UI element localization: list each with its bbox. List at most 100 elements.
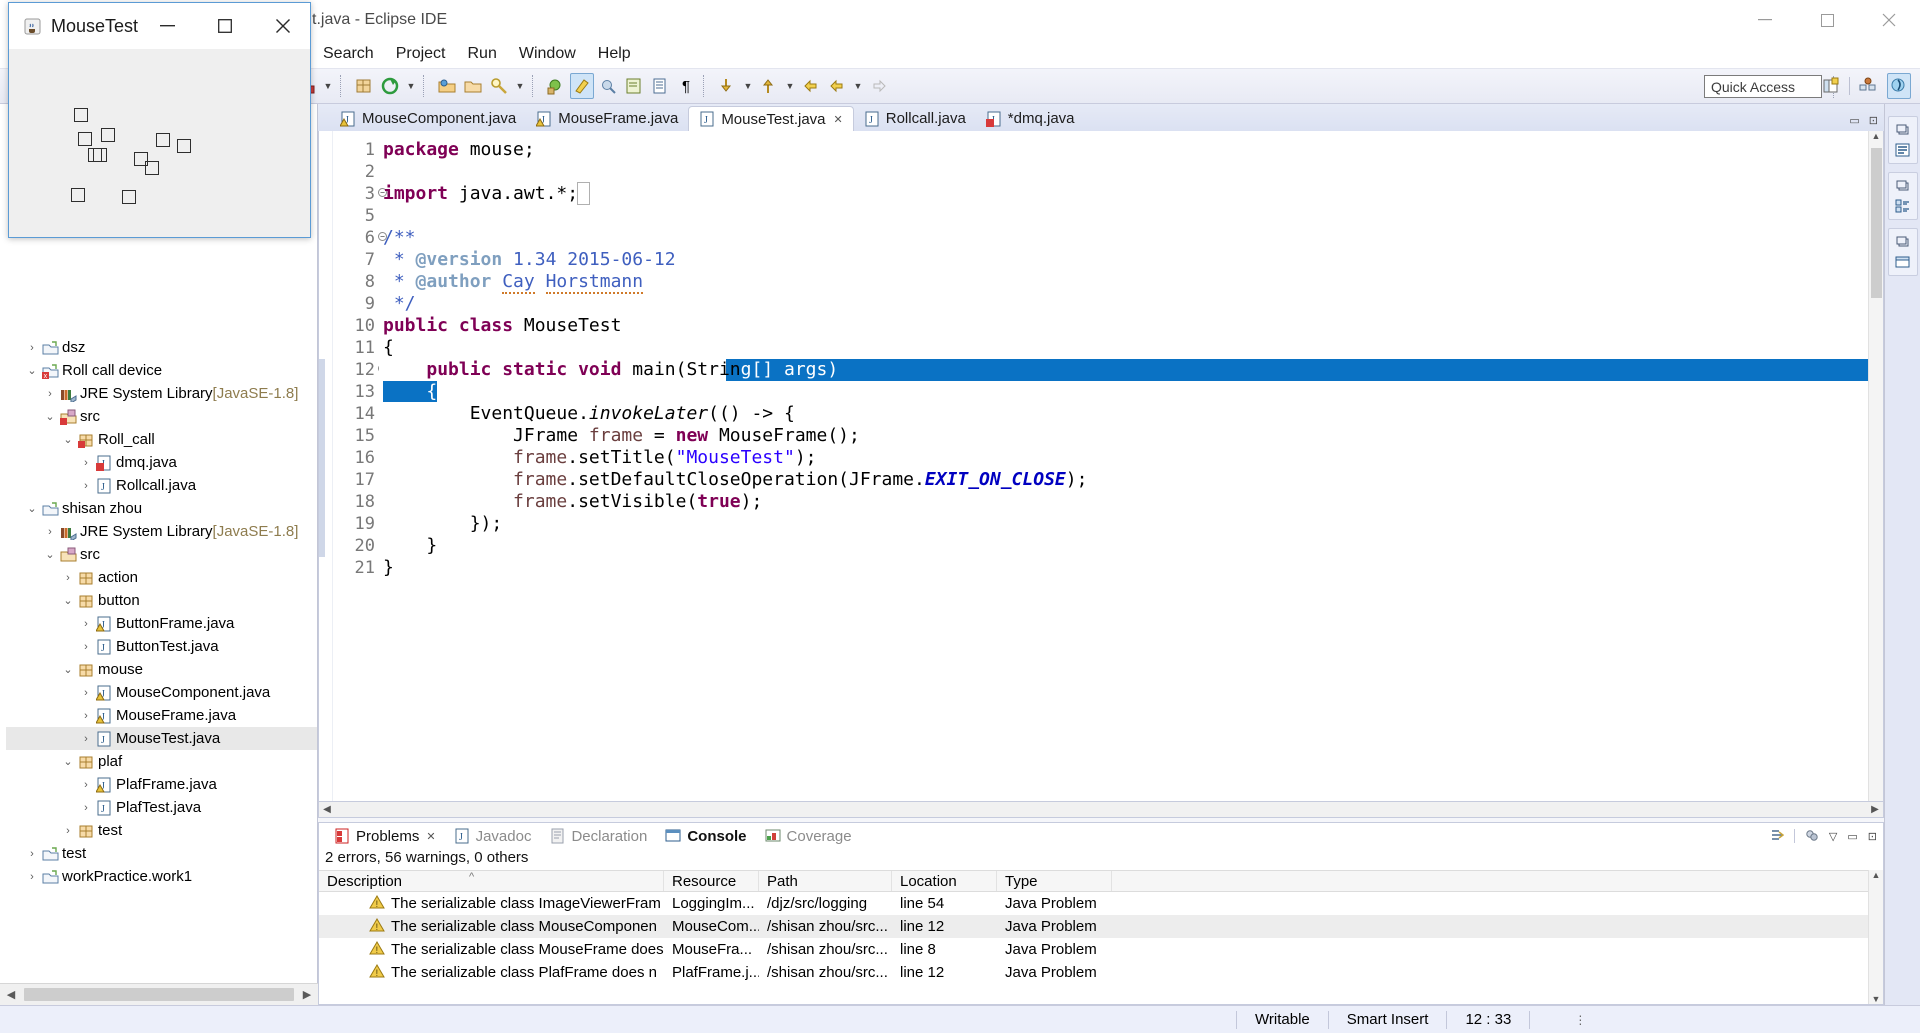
- drawn-square[interactable]: [101, 128, 115, 142]
- pilcrow-icon[interactable]: ¶: [674, 73, 698, 99]
- forward-icon[interactable]: [867, 73, 891, 99]
- tree-item-mouse[interactable]: ⌄ mouse: [6, 658, 317, 681]
- code-line[interactable]: {: [379, 337, 1868, 359]
- expand-arrow-icon[interactable]: ›: [78, 457, 94, 469]
- scrollbar-thumb[interactable]: [24, 988, 294, 1001]
- search-dropdown-arrow[interactable]: ▼: [513, 73, 527, 99]
- code-line[interactable]: * @version 1.34 2015-06-12: [379, 249, 1868, 271]
- run-dropdown-arrow[interactable]: ▼: [404, 73, 418, 99]
- code-line[interactable]: [379, 161, 1868, 183]
- collapse-arrow-icon[interactable]: ⌄: [60, 663, 76, 676]
- previous-annotation-arrow[interactable]: ▼: [783, 73, 797, 99]
- code-line[interactable]: [379, 205, 1868, 227]
- tree-item-src[interactable]: ⌄ src: [6, 543, 317, 566]
- problems-table-body[interactable]: ! The serializable class ImageViewerFram L…: [319, 892, 1883, 984]
- problems-vertical-scrollbar[interactable]: ▲ ▼: [1868, 870, 1883, 1004]
- bottom-tab-problems[interactable]: Problems ✕: [325, 828, 445, 845]
- collapse-arrow-icon[interactable]: ⌄: [60, 433, 76, 446]
- tree-item-mousetest-java[interactable]: › J MouseTest.java: [6, 727, 317, 750]
- code-line[interactable]: {: [379, 381, 1868, 403]
- open-perspective-icon[interactable]: [1819, 73, 1843, 99]
- code-line[interactable]: frame.setDefaultCloseOperation(JFrame.EX…: [379, 469, 1868, 491]
- expand-arrow-icon[interactable]: ›: [78, 779, 94, 791]
- code-line[interactable]: frame.setVisible(true);: [379, 491, 1868, 513]
- previous-annotation-icon[interactable]: [757, 73, 781, 99]
- drawn-square[interactable]: [177, 139, 191, 153]
- problem-row[interactable]: ! The serializable class MouseFrame does M…: [319, 938, 1883, 961]
- close-icon-app[interactable]: [254, 3, 312, 49]
- menu-item-window[interactable]: Window: [508, 42, 587, 66]
- tree-item-dsz[interactable]: › dsz: [6, 336, 317, 359]
- problem-row[interactable]: ! The serializable class ImageViewerFram L…: [319, 892, 1883, 915]
- java-ee-perspective-icon[interactable]: [1856, 73, 1880, 99]
- tree-item-jre-system-library[interactable]: › JRE System Library [JavaSE-1.8]: [6, 382, 317, 405]
- open-task-icon[interactable]: [461, 73, 485, 99]
- tree-item-button[interactable]: ⌄ button: [6, 589, 317, 612]
- tree-item-plaftest-java[interactable]: › J PlafTest.java: [6, 796, 317, 819]
- forward-arrow[interactable]: ▼: [851, 73, 865, 99]
- collapse-arrow-icon[interactable]: ⌄: [60, 594, 76, 607]
- tree-item-shisan-zhou[interactable]: ⌄ shisan zhou: [6, 497, 317, 520]
- drawn-square[interactable]: [156, 133, 170, 147]
- tree-item-jre-system-library[interactable]: › JRE System Library [JavaSE-1.8]: [6, 520, 317, 543]
- minimize-icon[interactable]: [1734, 0, 1796, 40]
- minimize-view-icon[interactable]: ▭: [1847, 830, 1857, 843]
- column-header-type[interactable]: Type: [997, 871, 1112, 891]
- scroll-right-icon-editor[interactable]: ▶: [1867, 804, 1883, 815]
- collapse-arrow-icon[interactable]: ⌄: [24, 364, 40, 377]
- close-tab-icon[interactable]: ✕: [834, 113, 843, 126]
- tree-item-src[interactable]: ⌄ src: [6, 405, 317, 428]
- expand-arrow-icon[interactable]: ›: [42, 388, 58, 400]
- problems-table-header[interactable]: Description ^ Resource Path Location Type: [319, 870, 1883, 892]
- maximize-view-icon[interactable]: ⊡: [1868, 830, 1877, 843]
- tree-item-workpractice-work1[interactable]: › workPractice.work1: [6, 865, 317, 888]
- code-line[interactable]: import java.awt.*;: [379, 182, 1868, 205]
- next-annotation-arrow[interactable]: ▼: [741, 73, 755, 99]
- minimize-icon-app[interactable]: [138, 3, 196, 49]
- maximize-icon-app[interactable]: [196, 3, 254, 49]
- expand-arrow-icon[interactable]: ›: [60, 825, 76, 837]
- tree-item-roll-call-device[interactable]: ⌄ x Roll call device: [6, 359, 317, 382]
- restore-icon-2[interactable]: [1892, 176, 1914, 196]
- new-java-project-icon[interactable]: [544, 73, 568, 99]
- editor-tab-mouseframejava[interactable]: J MouseFrame.java: [526, 106, 688, 131]
- editor-tab-dmqjava[interactable]: J*dmq.java: [976, 106, 1085, 131]
- quick-access-input[interactable]: Quick Access: [1704, 75, 1822, 98]
- maximize-editor-icon[interactable]: ⊡: [1869, 114, 1878, 127]
- menu-item-run[interactable]: Run: [457, 42, 508, 66]
- tree-item-mouseframe-java[interactable]: › J MouseFrame.java: [6, 704, 317, 727]
- scroll-right-icon[interactable]: ▶: [296, 985, 318, 1005]
- tree-item-dmq-java[interactable]: ›Jdmq.java: [6, 451, 317, 474]
- focus-on-selection-icon[interactable]: [1770, 828, 1785, 845]
- column-header-resource[interactable]: Resource: [664, 871, 759, 891]
- minimized-outline-stack[interactable]: [1887, 116, 1918, 164]
- minimized-view-icon[interactable]: [1892, 252, 1914, 272]
- annotation-ruler[interactable]: [319, 131, 333, 801]
- next-annotation-icon[interactable]: [715, 73, 739, 99]
- tree-item-plaf[interactable]: ⌄ plaf: [6, 750, 317, 773]
- code-line[interactable]: public static void main(String[] args): [379, 359, 1868, 381]
- menu-item-project[interactable]: Project: [385, 42, 457, 66]
- code-editor[interactable]: 123−56−789101112−131415161718192021 pack…: [318, 131, 1884, 802]
- back-icon[interactable]: [825, 73, 849, 99]
- expand-arrow-icon[interactable]: ›: [78, 618, 94, 630]
- problem-row[interactable]: ! The serializable class PlafFrame does n…: [319, 961, 1883, 984]
- expand-arrow-icon[interactable]: ›: [78, 710, 94, 722]
- editor-tab-rollcalljava[interactable]: J Rollcall.java: [854, 106, 976, 131]
- scrollbar-thumb-vertical[interactable]: [1870, 148, 1882, 298]
- new-package-icon[interactable]: [352, 73, 376, 99]
- editor-tab-mousetestjava[interactable]: J MouseTest.java ✕: [688, 106, 854, 131]
- code-line[interactable]: EventQueue.invokeLater(() -> {: [379, 403, 1868, 425]
- tree-item-rollcall-java[interactable]: › J Rollcall.java: [6, 474, 317, 497]
- drawn-square[interactable]: [74, 108, 88, 122]
- outline-view-icon[interactable]: [1892, 140, 1914, 160]
- mouse-drawing-canvas[interactable]: [9, 49, 310, 237]
- expand-arrow-icon[interactable]: ›: [78, 733, 94, 745]
- drawn-square[interactable]: [78, 132, 92, 146]
- column-header-description[interactable]: Description ^: [319, 871, 664, 891]
- tree-item-plafframe-java[interactable]: › J PlafFrame.java: [6, 773, 317, 796]
- filters-icon[interactable]: [1805, 828, 1819, 845]
- menu-item-help[interactable]: Help: [587, 42, 642, 66]
- bottom-tab-strip[interactable]: Problems ✕ J Javadoc Declaration Console Cover…: [319, 823, 1883, 849]
- column-header-location[interactable]: Location: [892, 871, 997, 891]
